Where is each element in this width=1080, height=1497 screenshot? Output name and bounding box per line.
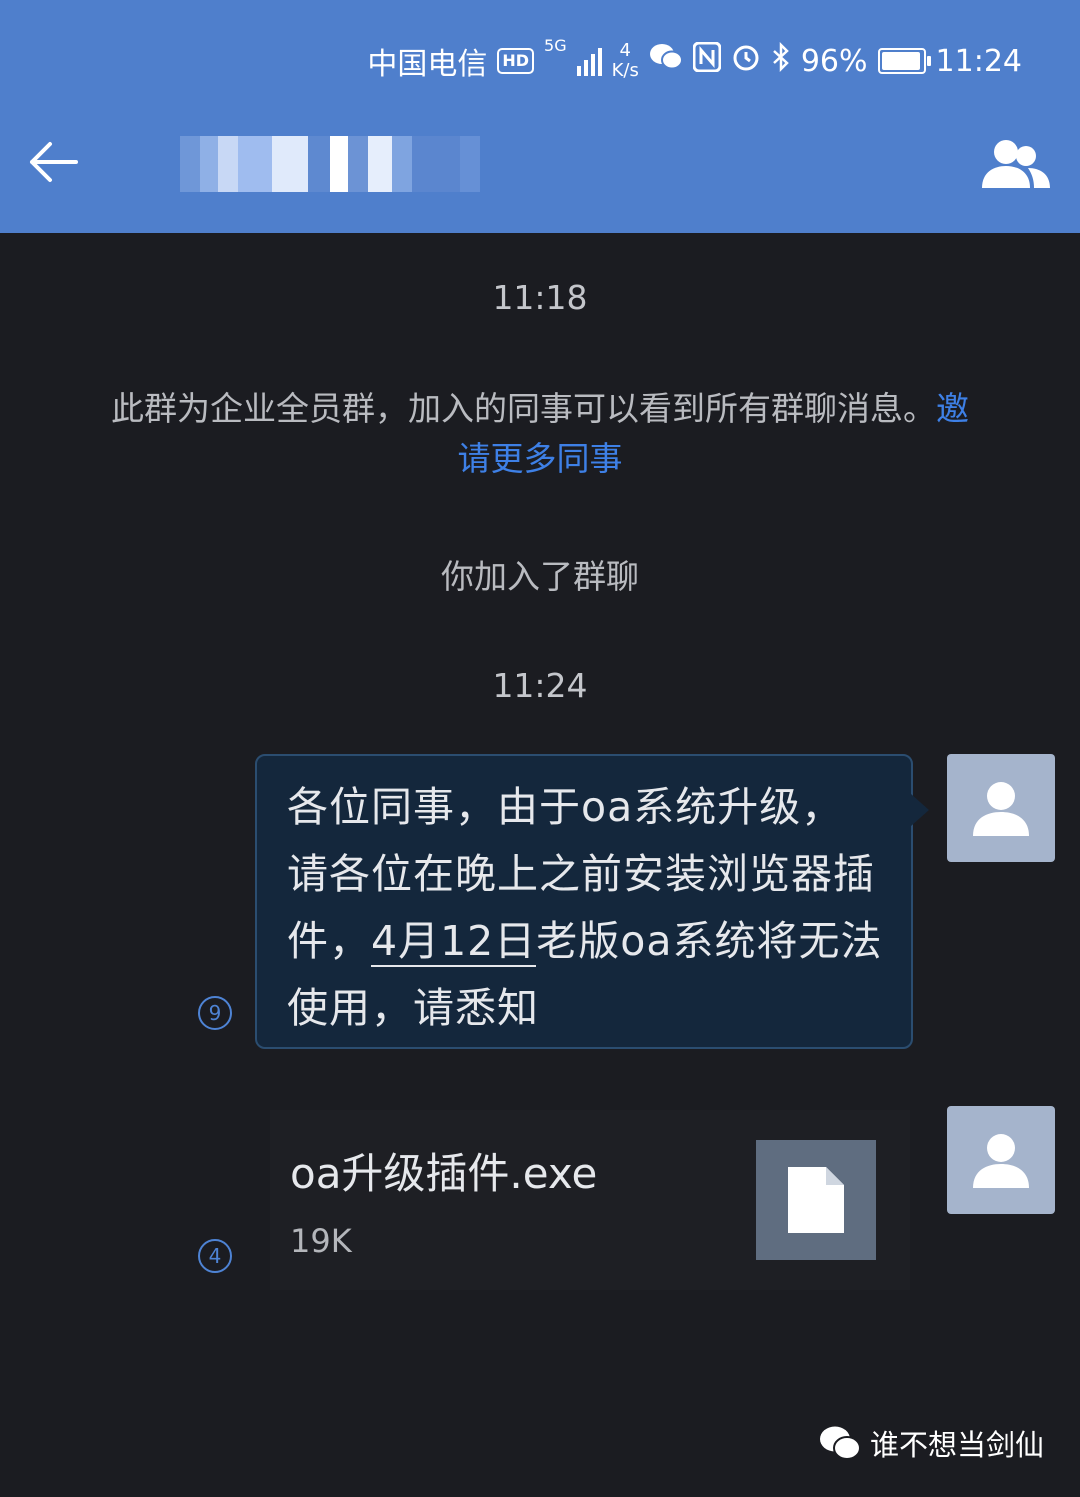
- app-header: 中国电信 HD 5G 4 K/s 96% 11:24: [0, 0, 1080, 233]
- hd-icon: HD: [497, 48, 535, 74]
- avatar[interactable]: [947, 754, 1055, 862]
- user-icon: [973, 782, 1029, 836]
- file-message-card[interactable]: oa升级插件.exe 19K: [270, 1110, 910, 1290]
- signal-icon: [576, 46, 602, 76]
- nav-row: [0, 110, 1080, 220]
- avatar[interactable]: [947, 1106, 1055, 1214]
- bluetooth-icon: [771, 41, 791, 80]
- watermark-text: 谁不想当剑仙: [869, 1428, 1044, 1462]
- file-size: 19K: [290, 1222, 352, 1260]
- group-members-icon: [982, 140, 1050, 188]
- battery-percent: 96%: [800, 43, 868, 79]
- carrier-name: 中国电信: [367, 47, 488, 82]
- chat-title-blurred: [180, 136, 480, 192]
- watermark: 谁不想当剑仙: [818, 1422, 1044, 1464]
- read-count-badge[interactable]: 4: [198, 1239, 232, 1273]
- file-icon: [788, 1167, 844, 1233]
- network-label: 5G: [544, 36, 567, 55]
- group-members-button[interactable]: [978, 132, 1054, 196]
- join-notice: 你加入了群聊: [441, 557, 639, 596]
- timestamp: 11:18: [492, 278, 588, 317]
- wechat-icon: [649, 43, 683, 79]
- file-thumbnail: [756, 1140, 876, 1260]
- net-speed-value: 4: [619, 40, 631, 61]
- message-bubble[interactable]: 各位同事，由于oa系统升级，请各位在晚上之前安装浏览器插件，4月12日老版oa系…: [255, 754, 929, 1049]
- notice-text: 此群为企业全员群，加入的同事可以看到所有群聊消息。: [111, 389, 936, 428]
- wechat-icon: [819, 1426, 861, 1460]
- status-bar: 中国电信 HD 5G 4 K/s 96% 11:24: [367, 36, 1022, 86]
- alarm-icon: [731, 42, 761, 80]
- net-speed: 4 K/s: [612, 41, 639, 81]
- back-arrow-icon: [30, 142, 78, 182]
- system-notice: 此群为企业全员群，加入的同事可以看到所有群聊消息。邀请更多同事: [100, 384, 980, 484]
- nfc-icon: [692, 41, 722, 80]
- read-count-badge[interactable]: 9: [198, 996, 232, 1030]
- user-icon: [973, 1134, 1029, 1188]
- net-speed-unit: K/s: [611, 60, 639, 81]
- timestamp: 11:24: [492, 666, 588, 705]
- date-link[interactable]: 4月12日: [371, 917, 537, 967]
- battery-icon: [877, 48, 931, 74]
- status-time: 11:24: [935, 43, 1022, 79]
- message-text: 各位同事，由于oa系统升级，请各位在晚上之前安装浏览器插件，4月12日老版oa系…: [287, 774, 883, 1042]
- file-name: oa升级插件.exe: [290, 1149, 598, 1198]
- back-button[interactable]: [22, 132, 82, 192]
